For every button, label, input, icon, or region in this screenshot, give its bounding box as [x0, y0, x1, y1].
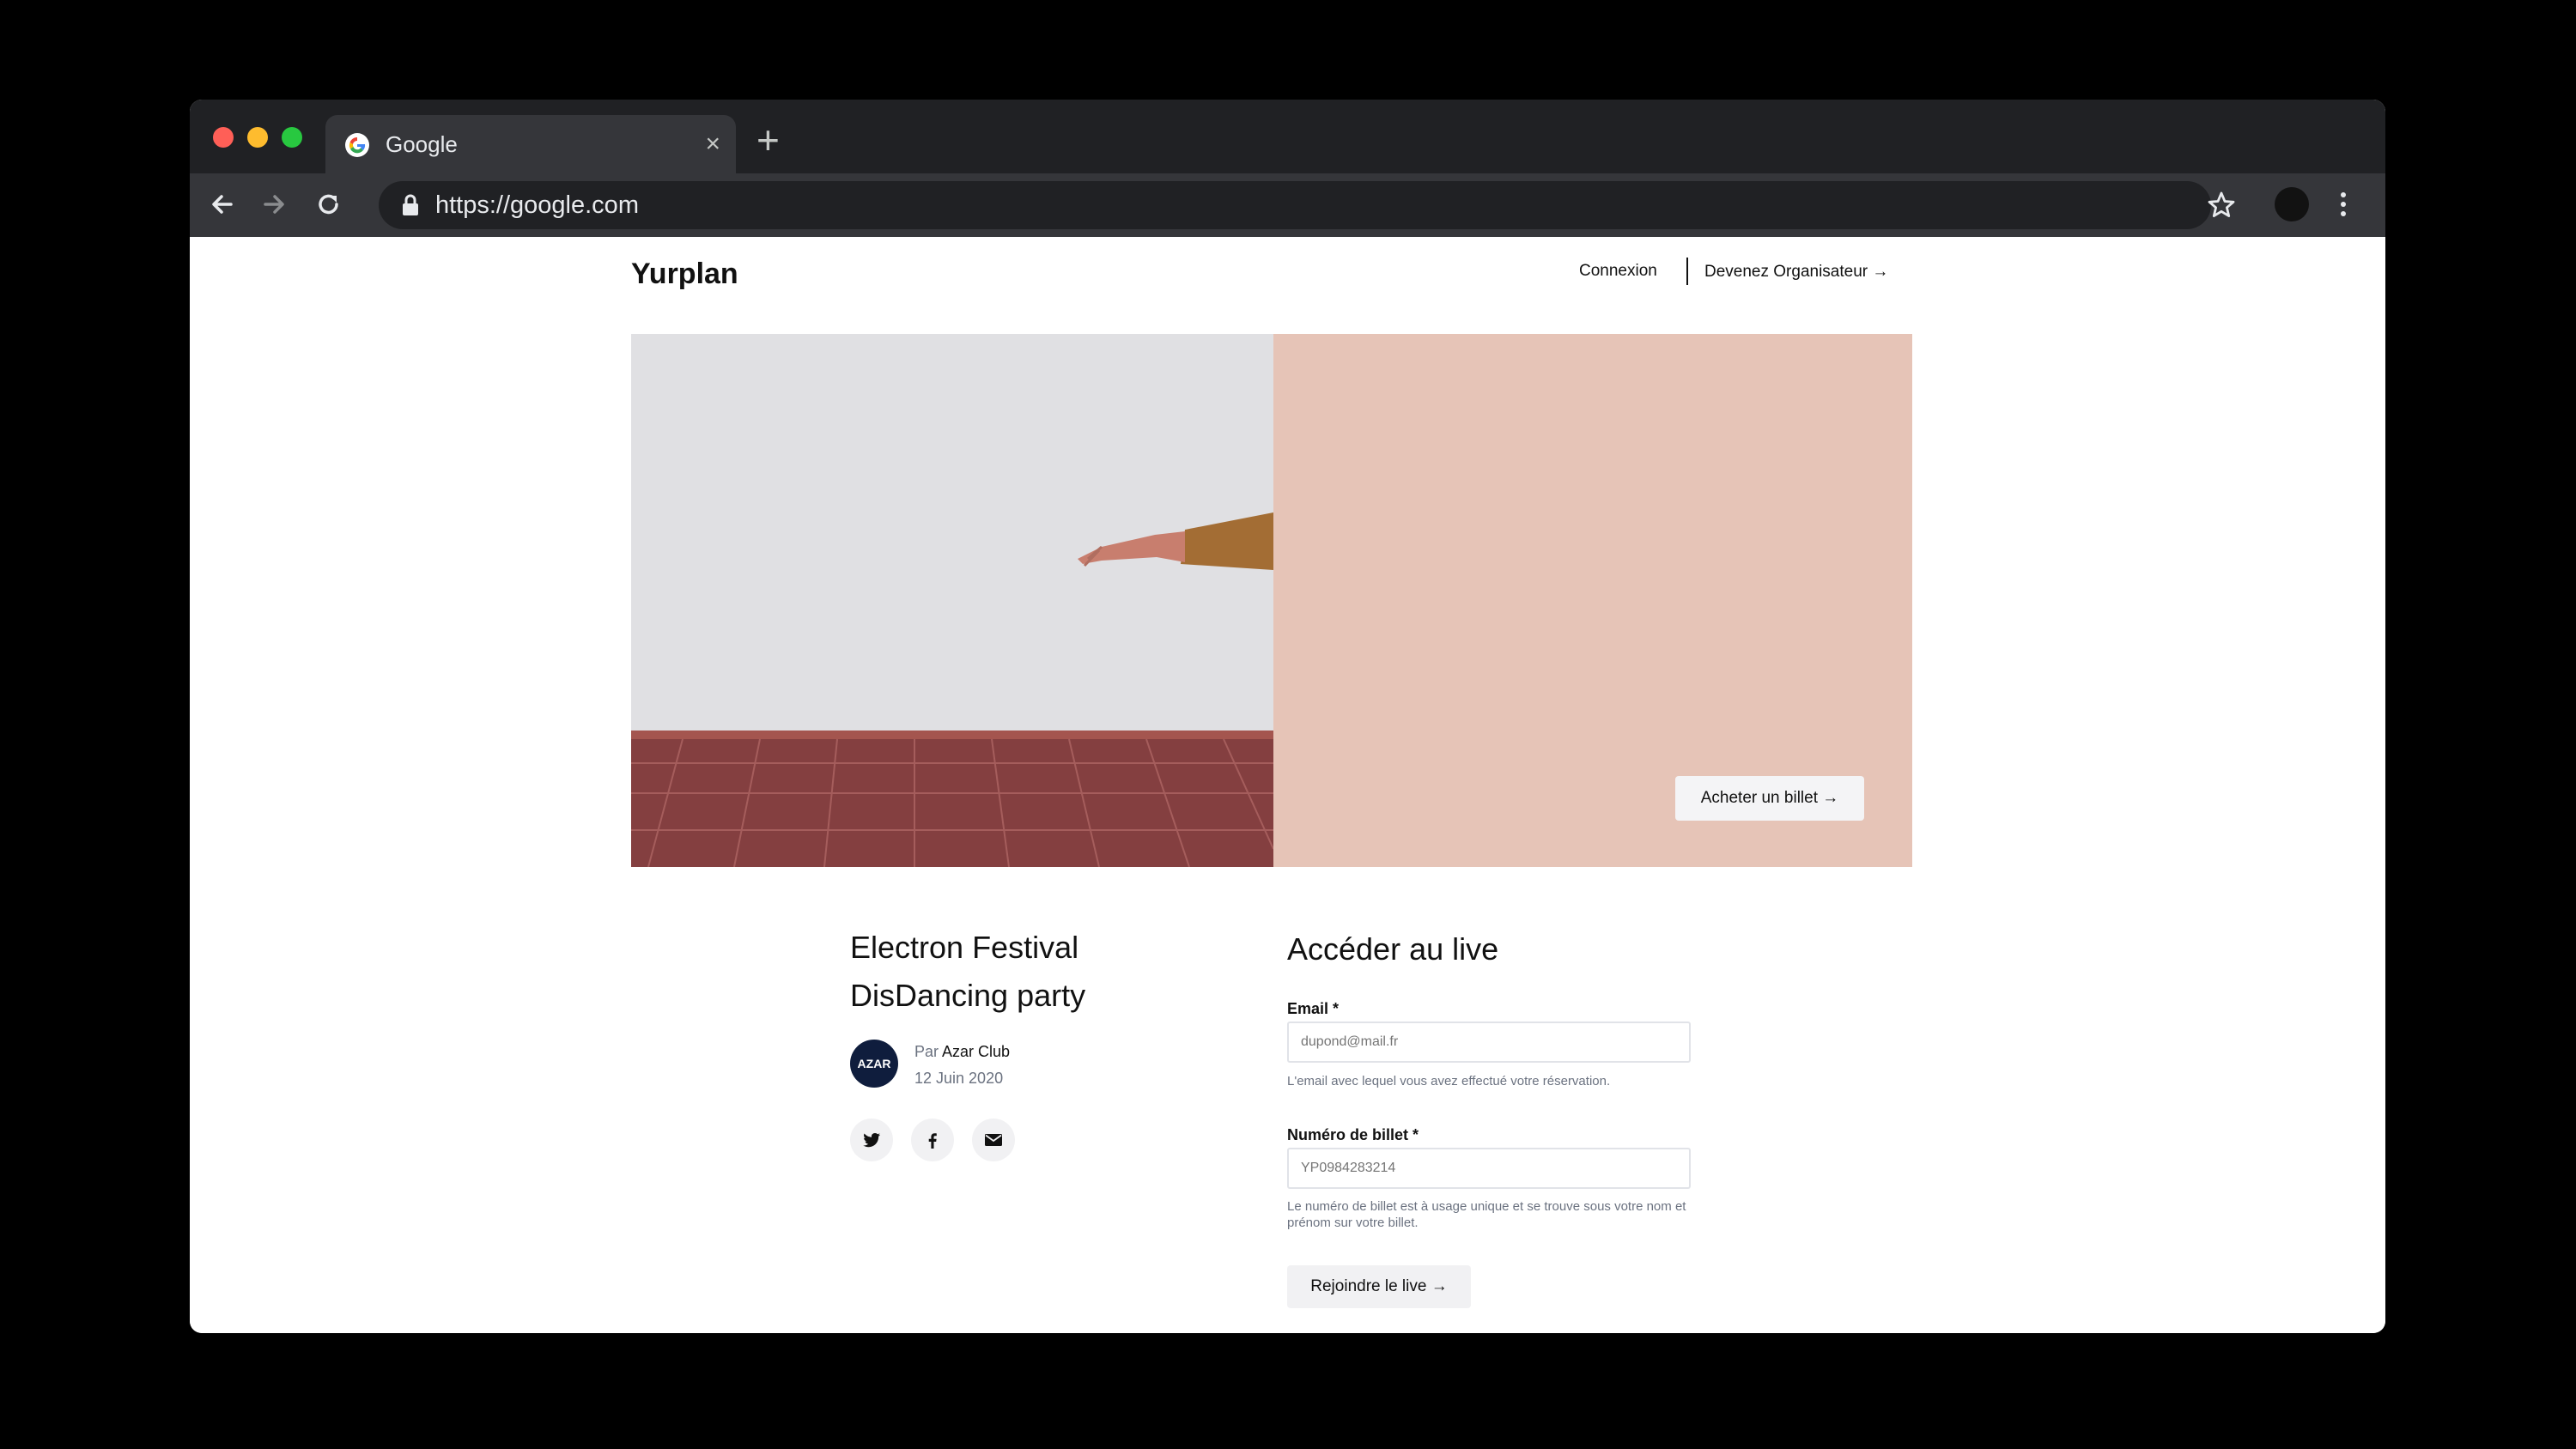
address-bar[interactable]: https://google.com	[379, 181, 2211, 229]
share-facebook-button[interactable]	[911, 1119, 954, 1161]
hero-wall-panel	[631, 334, 1274, 867]
become-organiser-link[interactable]: Devenez Organisateur →	[1704, 262, 1888, 282]
organizer-prefix: Par	[914, 1043, 939, 1060]
site-logo[interactable]: Yurplan	[631, 256, 738, 292]
bookmark-star-icon[interactable]	[2204, 188, 2239, 222]
join-live-button[interactable]: Rejoindre le live →	[1287, 1265, 1471, 1308]
form-title: Accéder au live	[1287, 931, 1499, 967]
ticket-number-label: Numéro de billet *	[1287, 1126, 1419, 1143]
browser-menu-icon[interactable]	[2335, 187, 2352, 221]
hero-image: Acheter un billet →	[631, 334, 1912, 867]
browser-tab[interactable]: Google ×	[325, 115, 736, 173]
ticket-help-text: Le numéro de billet est à usage unique e…	[1287, 1199, 1686, 1230]
new-tab-icon[interactable]: +	[756, 118, 780, 161]
event-title: Electron Festival DisDancing party	[850, 930, 1086, 1013]
nav-divider	[1686, 258, 1688, 285]
minimize-window-button[interactable]	[247, 127, 268, 148]
ticket-number-field[interactable]	[1287, 1148, 1691, 1189]
browser-toolbar: https://google.com	[190, 173, 2385, 237]
google-favicon-icon	[345, 133, 369, 157]
share-twitter-button[interactable]	[850, 1119, 893, 1161]
reload-icon[interactable]	[312, 187, 346, 221]
hero-photo-illustration	[631, 512, 1274, 867]
forward-arrow-icon[interactable]	[257, 187, 291, 221]
profile-avatar[interactable]	[2275, 187, 2309, 221]
close-window-button[interactable]	[213, 127, 234, 148]
organizer-name[interactable]: Azar Club	[942, 1043, 1010, 1060]
browser-window: Google × + https://google.com Yurplan Co…	[190, 100, 2385, 1333]
maximize-window-button[interactable]	[282, 127, 302, 148]
facebook-icon	[928, 1133, 937, 1149]
email-field[interactable]	[1287, 1022, 1691, 1063]
email-help-text: L'email avec lequel vous avez effectué v…	[1287, 1074, 1611, 1088]
email-label: Email *	[1287, 1000, 1340, 1017]
login-link[interactable]: Connexion	[1579, 261, 1657, 282]
page-content: Yurplan Connexion Devenez Organisateur →	[190, 237, 2385, 1333]
lock-icon	[403, 194, 418, 215]
browser-titlebar: Google × +	[190, 100, 2385, 173]
buy-ticket-button[interactable]: Acheter un billet →	[1675, 776, 1864, 821]
mail-icon	[985, 1134, 1002, 1146]
back-arrow-icon[interactable]	[205, 187, 240, 221]
tab-title: Google	[386, 131, 458, 157]
twitter-icon	[863, 1132, 881, 1148]
url-text: https://google.com	[435, 191, 639, 219]
share-email-button[interactable]	[972, 1119, 1015, 1161]
close-tab-icon[interactable]: ×	[705, 127, 720, 161]
organizer-avatar[interactable]: AZAR	[850, 1040, 898, 1088]
organizer-line: Par Azar Club	[914, 1042, 1010, 1061]
event-date: 12 Juin 2020	[914, 1070, 1004, 1087]
